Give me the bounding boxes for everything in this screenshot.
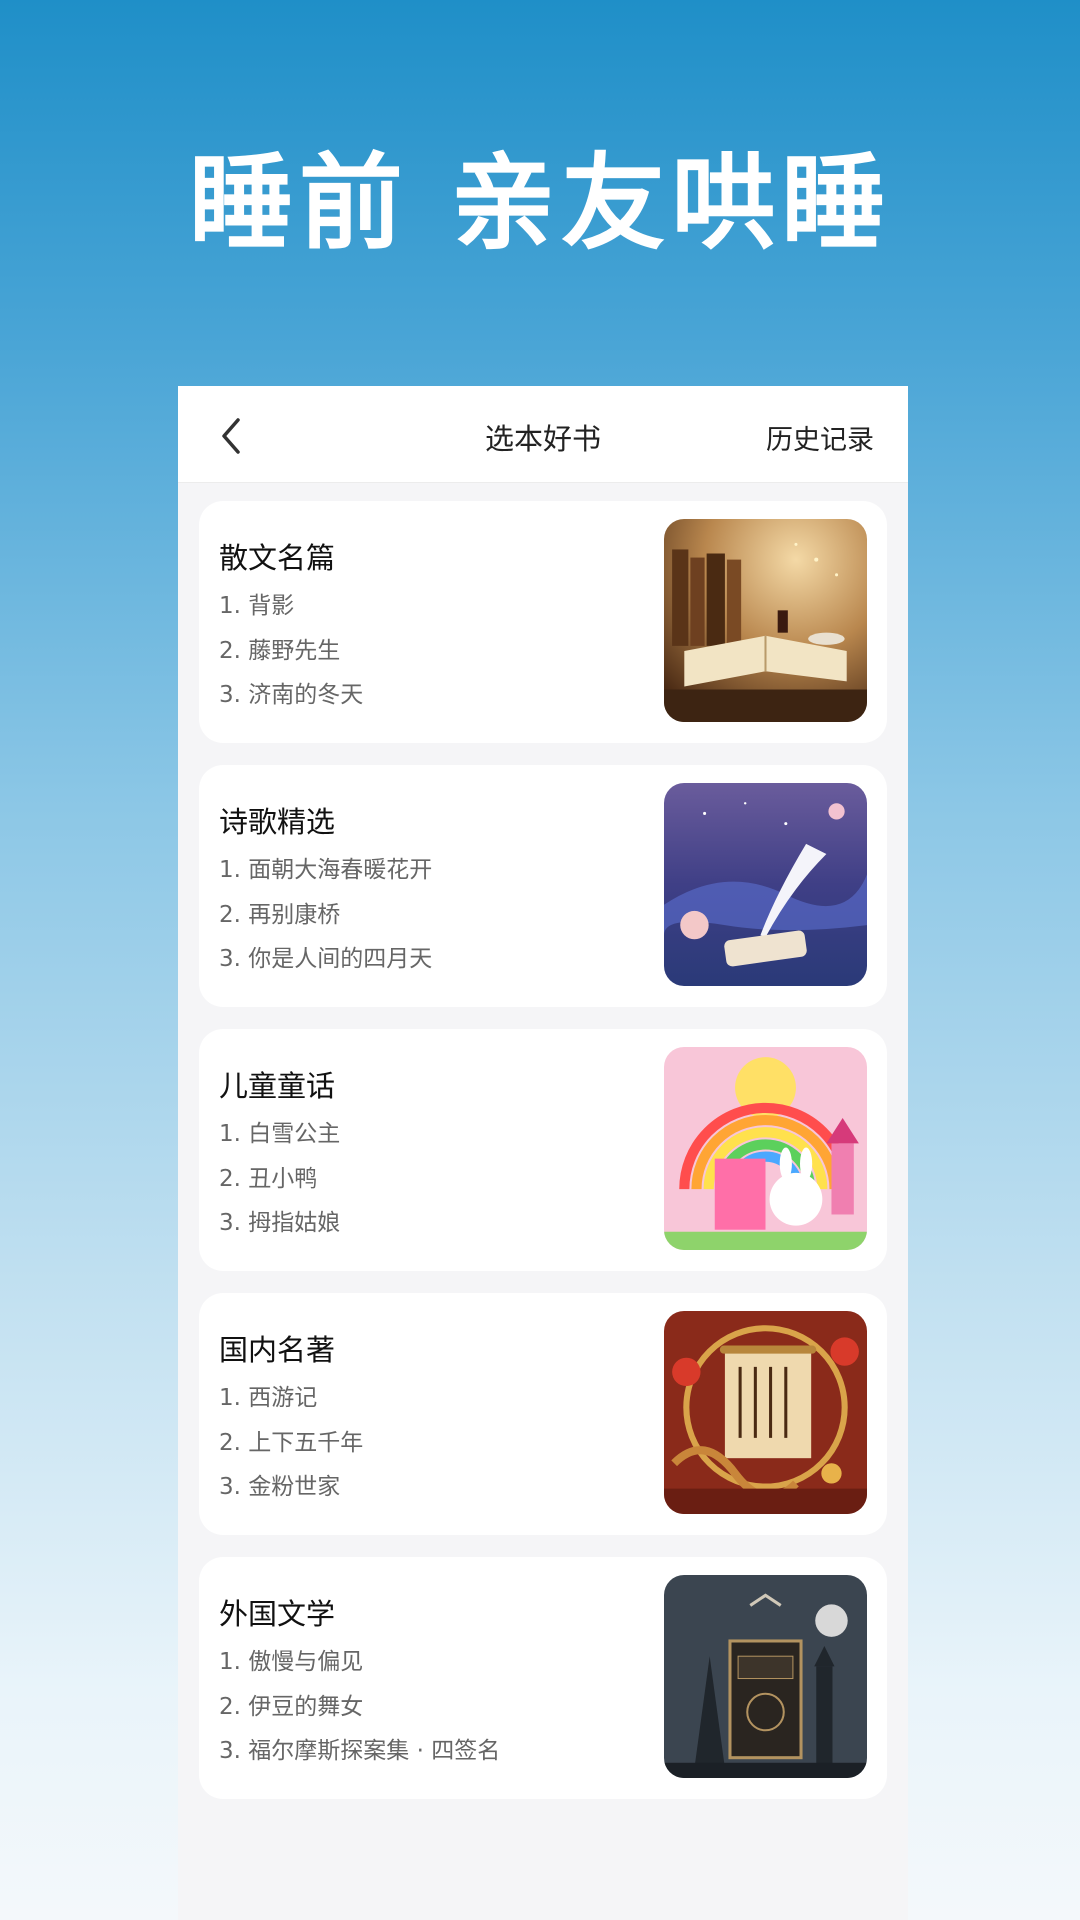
- category-items: 1. 面朝大海春暖花开 2. 再别康桥 3. 你是人间的四月天: [219, 853, 432, 987]
- category-list: 散文名篇 1. 背影 2. 藤野先生 3. 济南的冬天 诗歌精选 1. 面朝大海…: [178, 483, 908, 1799]
- category-title: 诗歌精选: [219, 805, 336, 839]
- book-item[interactable]: 2. 上下五千年: [219, 1426, 363, 1471]
- book-item[interactable]: 1. 面朝大海春暖花开: [219, 853, 432, 898]
- cover-image-chinese-classics: [664, 1311, 867, 1514]
- book-item[interactable]: 1. 背影: [219, 589, 363, 634]
- phone-screen: 选本好书 历史记录 散文名篇 1. 背影 2. 藤野先生 3. 济南的冬天 诗歌…: [178, 386, 908, 1920]
- book-item[interactable]: 3. 金粉世家: [219, 1470, 363, 1515]
- category-title: 散文名篇: [219, 541, 336, 575]
- book-item[interactable]: 3. 济南的冬天: [219, 678, 363, 723]
- category-title: 儿童童话: [219, 1069, 336, 1103]
- category-items: 1. 白雪公主 2. 丑小鸭 3. 拇指姑娘: [219, 1117, 340, 1251]
- book-item[interactable]: 2. 藤野先生: [219, 634, 363, 679]
- book-item[interactable]: 1. 白雪公主: [219, 1117, 340, 1162]
- category-items: 1. 背影 2. 藤野先生 3. 济南的冬天: [219, 589, 363, 723]
- category-card-prose[interactable]: 散文名篇 1. 背影 2. 藤野先生 3. 济南的冬天: [199, 501, 887, 743]
- book-item[interactable]: 2. 再别康桥: [219, 898, 432, 943]
- book-item[interactable]: 3. 你是人间的四月天: [219, 942, 432, 987]
- banner-title: 睡前 亲友哄睡: [188, 141, 892, 264]
- cover-image-poetry: [664, 783, 867, 986]
- book-item[interactable]: 2. 伊豆的舞女: [219, 1690, 500, 1735]
- category-items: 1. 傲慢与偏见 2. 伊豆的舞女 3. 福尔摩斯探案集 · 四签名: [219, 1645, 500, 1779]
- book-item[interactable]: 3. 拇指姑娘: [219, 1206, 340, 1251]
- category-title: 国内名著: [219, 1333, 336, 1367]
- category-card-poetry[interactable]: 诗歌精选 1. 面朝大海春暖花开 2. 再别康桥 3. 你是人间的四月天: [199, 765, 887, 1007]
- category-items: 1. 西游记 2. 上下五千年 3. 金粉世家: [219, 1381, 363, 1515]
- book-item[interactable]: 1. 西游记: [219, 1381, 363, 1426]
- cover-image-fairy-tales: [664, 1047, 867, 1250]
- history-button[interactable]: 历史记录: [766, 418, 874, 457]
- category-card-fairy-tales[interactable]: 儿童童话 1. 白雪公主 2. 丑小鸭 3. 拇指姑娘: [199, 1029, 887, 1271]
- category-title: 外国文学: [219, 1597, 336, 1631]
- category-card-foreign-literature[interactable]: 外国文学 1. 傲慢与偏见 2. 伊豆的舞女 3. 福尔摩斯探案集 · 四签名: [199, 1557, 887, 1799]
- book-item[interactable]: 1. 傲慢与偏见: [219, 1645, 500, 1690]
- cover-image-foreign-literature: [664, 1575, 867, 1778]
- category-card-chinese-classics[interactable]: 国内名著 1. 西游记 2. 上下五千年 3. 金粉世家: [199, 1293, 887, 1535]
- book-item[interactable]: 2. 丑小鸭: [219, 1162, 340, 1207]
- cover-image-prose: [664, 519, 867, 722]
- top-bar: 选本好书 历史记录: [178, 386, 908, 483]
- book-item[interactable]: 3. 福尔摩斯探案集 · 四签名: [219, 1734, 500, 1779]
